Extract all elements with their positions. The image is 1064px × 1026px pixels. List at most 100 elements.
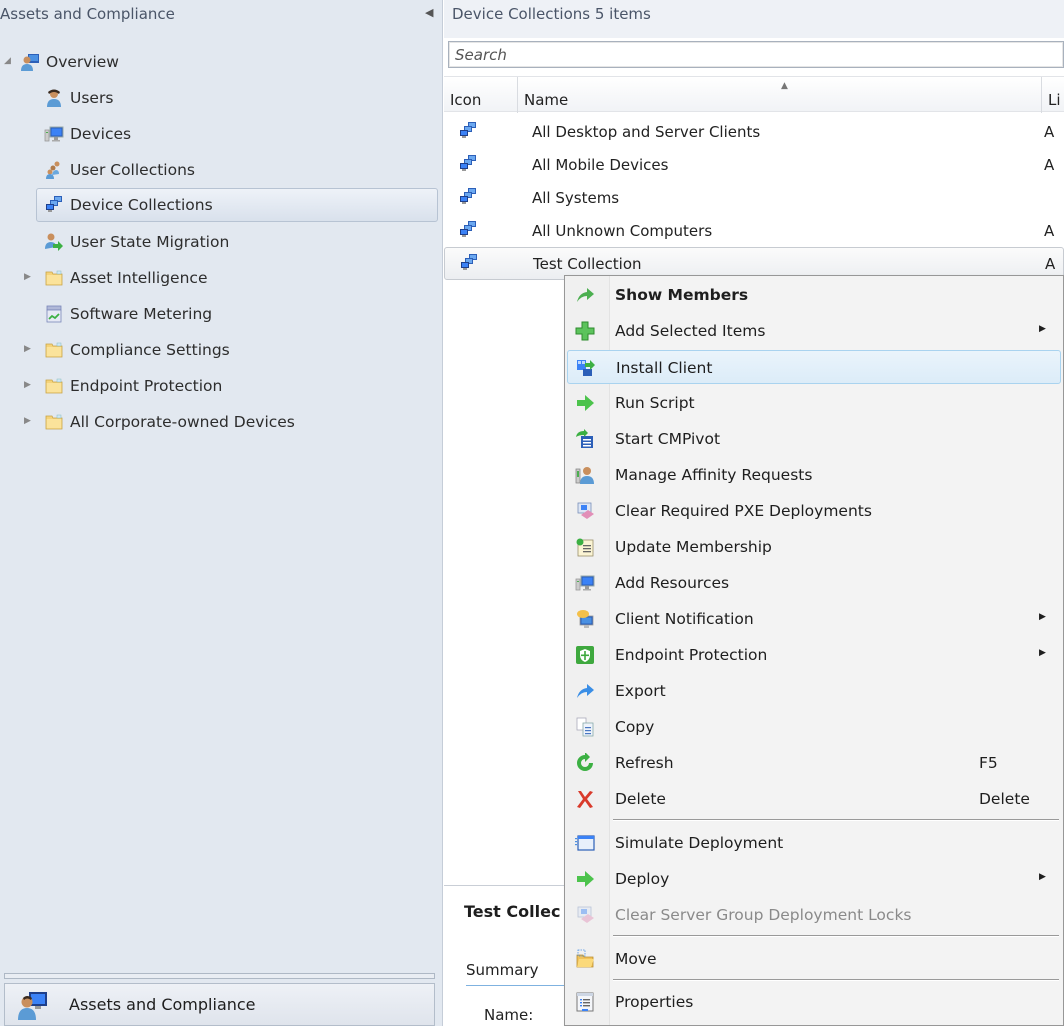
run-script-icon [575,393,595,413]
tree-item-label: Asset Intelligence [70,269,208,287]
tree-item-label: User State Migration [70,233,230,251]
table-row[interactable]: All Unknown Computers A [444,215,1064,248]
row-name: Test Collection [533,255,642,273]
tree-item-endpoint-protection[interactable]: ▶ Endpoint Protection [24,369,223,403]
menu-item-properties[interactable]: Properties [567,985,1061,1019]
nav-pane-splitter[interactable] [4,973,435,979]
menu-item-move[interactable]: Move [567,942,1061,976]
menu-item-delete[interactable]: Delete Delete [567,782,1061,816]
tree-item-compliance-settings[interactable]: ▶ Compliance Settings [24,333,230,367]
column-header-limiting[interactable]: Li [1042,77,1064,113]
folder-icon [44,340,64,360]
menu-item-endpoint-protection[interactable]: Endpoint Protection ▶ [567,638,1061,672]
menu-item-copy[interactable]: Copy [567,710,1061,744]
tree-item-label: Overview [46,53,119,71]
table-row[interactable]: All Mobile Devices A [444,149,1064,182]
user-migration-icon [44,232,64,252]
tree-item-user-collections[interactable]: User Collections [44,153,195,187]
row-name: All Unknown Computers [532,222,713,240]
row-name: All Systems [532,189,620,207]
column-header-name[interactable]: Name [518,77,1042,113]
collapsed-triangle-icon[interactable]: ▶ [24,344,36,354]
sort-ascending-icon: ▲ [781,81,788,91]
properties-icon [575,992,595,1012]
menu-item-add-selected-items[interactable]: Add Selected Items ▶ [567,314,1061,348]
menu-item-simulate-deployment[interactable]: Simulate Deployment [567,826,1061,860]
menu-item-run-script[interactable]: Run Script [567,386,1061,420]
details-title: Test Collec [464,902,561,921]
tree-item-label: Compliance Settings [70,341,230,359]
menu-item-clear-server-group-deployment-locks[interactable]: Clear Server Group Deployment Locks [567,898,1061,932]
overview-icon [20,52,40,72]
menu-item-deploy[interactable]: Deploy ▶ [567,862,1061,896]
tree-item-label: User Collections [70,161,195,179]
cmpivot-icon [575,429,595,449]
table-row[interactable]: All Desktop and Server Clients A [444,116,1064,149]
refresh-icon [575,753,595,773]
menu-item-export[interactable]: Export [567,674,1061,708]
tree-item-devices[interactable]: Devices [44,117,131,151]
tree-item-all-corporate-owned-devices[interactable]: ▶ All Corporate-owned Devices [24,405,295,439]
menu-item-client-notification[interactable]: Client Notification ▶ [567,602,1061,636]
copy-icon [575,717,595,737]
submenu-arrow-icon: ▶ [1039,872,1046,882]
menu-item-install-client[interactable]: Install Client [567,350,1061,384]
tree-item-asset-intelligence[interactable]: ▶ Asset Intelligence [24,261,208,295]
device-collection-icon [458,121,478,141]
tree-item-overview[interactable]: ◢ Overview [4,45,119,79]
deploy-icon [575,869,595,889]
folder-icon [44,376,64,396]
tree-item-label: Devices [70,125,132,143]
menu-separator [613,819,1059,821]
submenu-arrow-icon: ▶ [1039,324,1046,334]
show-members-icon [575,285,595,305]
submenu-arrow-icon: ▶ [1039,648,1046,658]
device-collection-icon [458,220,478,240]
install-client-icon [576,358,596,378]
device-collection-icon [459,253,479,273]
tree-item-users[interactable]: Users [44,81,113,115]
row-limiting-collection: A [1045,255,1056,273]
export-icon [575,681,595,701]
search-input[interactable] [449,42,1063,67]
user-collections-icon [44,160,64,180]
tree-item-label: Endpoint Protection [70,377,223,395]
tree-item-device-collections[interactable]: Device Collections [36,188,438,222]
menu-item-start-cmpivot[interactable]: Start CMPivot [567,422,1061,456]
add-icon [575,321,595,341]
row-name: All Mobile Devices [532,156,669,174]
update-membership-icon [575,537,595,557]
menu-item-show-members[interactable]: Show Members [567,278,1061,312]
move-icon [575,949,595,969]
tab-summary[interactable]: Summary [466,961,576,986]
row-limiting-collection: A [1044,222,1055,240]
simulate-deployment-icon [575,833,595,853]
collapsed-triangle-icon[interactable]: ▶ [24,416,36,426]
menu-item-add-resources[interactable]: Add Resources [567,566,1061,600]
submenu-arrow-icon: ▶ [1039,612,1046,622]
workspace-button-assets-and-compliance[interactable]: Assets and Compliance [4,983,435,1026]
menu-item-refresh[interactable]: Refresh F5 [567,746,1061,780]
row-name: All Desktop and Server Clients [532,123,761,141]
assets-compliance-icon [17,990,49,1020]
table-row[interactable]: All Systems [444,182,1064,215]
software-metering-icon [44,304,64,324]
menu-item-clear-required-pxe-deployments[interactable]: Clear Required PXE Deployments [567,494,1061,528]
collapsed-triangle-icon[interactable]: ▶ [24,272,36,282]
shortcut-label: Delete [979,790,1030,808]
collapsed-triangle-icon[interactable]: ▶ [24,380,36,390]
device-collection-icon [458,154,478,174]
menu-item-manage-affinity-requests[interactable]: Manage Affinity Requests [567,458,1061,492]
folder-icon [44,268,64,288]
workspace-label: Assets and Compliance [69,995,256,1014]
chevron-left-icon[interactable]: ◀ [425,6,433,19]
tree-item-label: All Corporate-owned Devices [70,413,295,431]
menu-item-update-membership[interactable]: Update Membership [567,530,1061,564]
tree-item-software-metering[interactable]: Software Metering [44,297,212,331]
tree-item-label: Users [70,89,114,107]
tree-item-user-state-migration[interactable]: User State Migration [44,225,229,259]
column-header-icon[interactable]: Icon [444,77,518,113]
endpoint-protection-icon [575,645,595,665]
expanded-triangle-icon[interactable]: ◢ [4,56,16,66]
menu-separator [613,935,1059,937]
